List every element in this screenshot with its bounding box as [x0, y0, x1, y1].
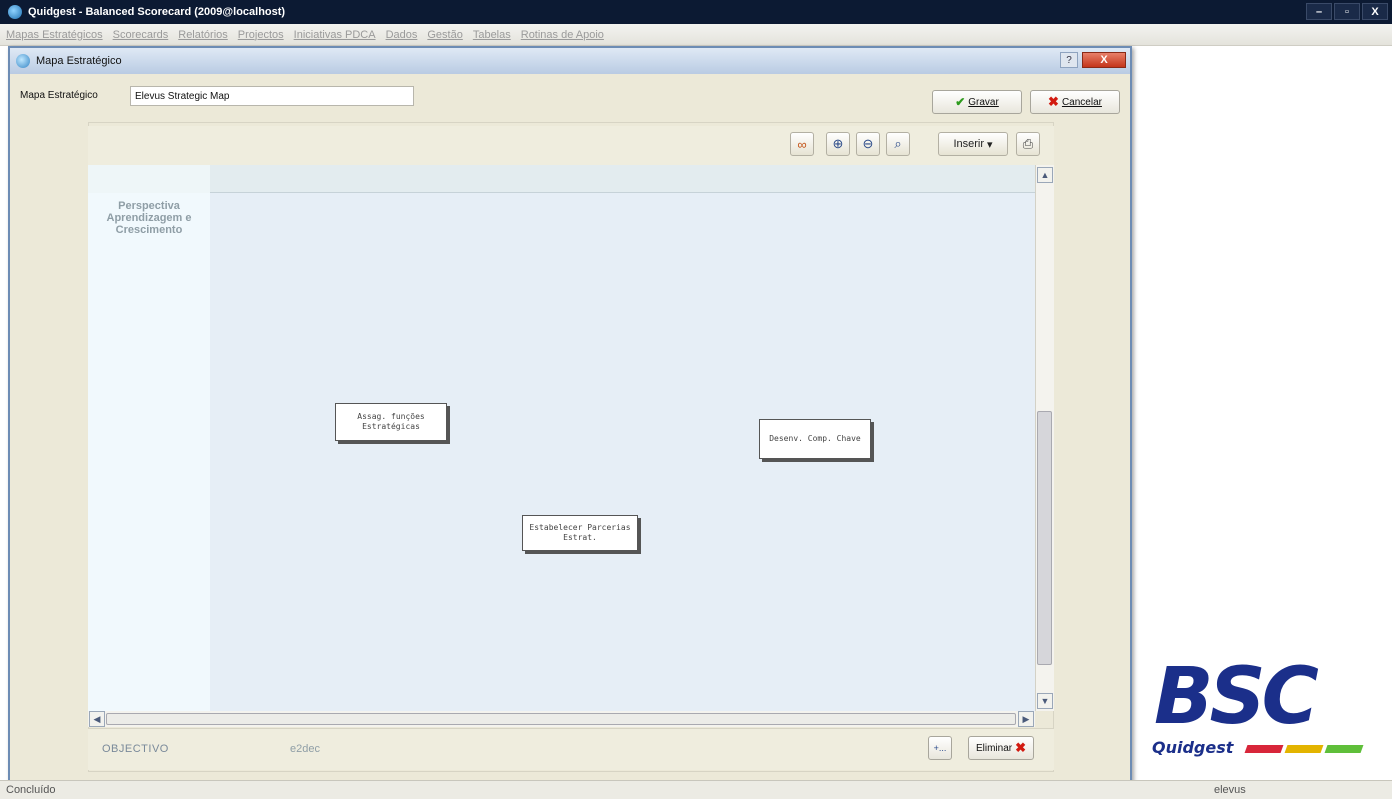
- map-canvas[interactable]: [88, 165, 1035, 711]
- save-label: Gravar: [968, 96, 999, 108]
- map-name-label: Mapa Estratégico: [20, 90, 98, 101]
- objective-node[interactable]: Desenv. Comp. Chave: [759, 419, 871, 459]
- chevron-down-icon: ▾: [987, 138, 993, 151]
- map-name-input[interactable]: [130, 86, 414, 106]
- delete-button[interactable]: Eliminar ✖: [968, 736, 1034, 760]
- vertical-scroll-thumb[interactable]: [1037, 411, 1052, 665]
- scroll-right-icon[interactable]: ▶: [1018, 711, 1034, 727]
- perspective-column: [88, 193, 210, 711]
- add-objective-button[interactable]: +...: [928, 736, 952, 760]
- print-icon[interactable]: ⎙: [1016, 132, 1040, 156]
- minimize-button[interactable]: –: [1306, 3, 1332, 20]
- horizontal-scroll-thumb[interactable]: [106, 713, 1016, 725]
- logo-brand: Quidgest: [1152, 738, 1234, 757]
- logo-bar-red: [1244, 745, 1284, 753]
- menu-item-iniciativas[interactable]: Iniciativas PDCA: [294, 29, 376, 41]
- logo-bar-green: [1324, 745, 1364, 753]
- window-controls: – ▫ X: [1306, 3, 1388, 20]
- cancel-x-icon: ✖: [1048, 94, 1059, 109]
- scroll-down-icon[interactable]: ▼: [1037, 693, 1053, 709]
- zoom-out-icon[interactable]: ⊖: [856, 132, 880, 156]
- dialog-close-button[interactable]: X: [1082, 52, 1126, 68]
- status-user: elevus: [1214, 784, 1246, 796]
- menu-item-scorecards[interactable]: Scorecards: [113, 29, 169, 41]
- bsc-logo: BSC Quidgest: [1150, 652, 1370, 764]
- objective-label: OBJECTIVO: [102, 743, 169, 755]
- menu-bar: Mapas Estratégicos Scorecards Relatórios…: [0, 24, 1392, 46]
- objective-node[interactable]: Estabelecer Parcerias Estrat.: [522, 515, 638, 551]
- perspective-label: Perspectiva Aprendizagem e Crescimento: [106, 200, 192, 236]
- menu-item-dados[interactable]: Dados: [386, 29, 418, 41]
- app-titlebar: Quidgest - Balanced Scorecard (2009@loca…: [0, 0, 1392, 24]
- menu-item-tabelas[interactable]: Tabelas: [473, 29, 511, 41]
- cancel-button[interactable]: ✖ Cancelar: [1030, 90, 1120, 114]
- menu-item-mapas[interactable]: Mapas Estratégicos: [6, 29, 103, 41]
- scroll-left-icon[interactable]: ◀: [89, 711, 105, 727]
- dialog-icon: [16, 54, 30, 68]
- app-title: Quidgest - Balanced Scorecard (2009@loca…: [28, 6, 286, 18]
- objective-bar: [88, 728, 1054, 770]
- help-button[interactable]: ?: [1060, 52, 1078, 68]
- canvas-header-corner: [88, 165, 210, 193]
- save-button[interactable]: ✔ Gravar: [932, 90, 1022, 114]
- delete-x-icon: ✖: [1015, 740, 1027, 755]
- scroll-up-icon[interactable]: ▲: [1037, 167, 1053, 183]
- objective-value: e2dec: [290, 743, 320, 755]
- insert-label: Inserir: [953, 138, 985, 150]
- logo-bar-yellow: [1284, 745, 1324, 753]
- check-icon: ✔: [955, 95, 966, 109]
- dialog-titlebar: Mapa Estratégico ? X: [10, 48, 1130, 74]
- menu-item-relatorios[interactable]: Relatórios: [178, 29, 228, 41]
- link-icon[interactable]: ∞: [790, 132, 814, 156]
- cancel-label: Cancelar: [1061, 96, 1102, 108]
- status-text: Concluído: [6, 784, 56, 796]
- app-icon: [8, 5, 22, 19]
- logo-letters: BSC: [1154, 652, 1319, 742]
- menu-item-projectos[interactable]: Projectos: [238, 29, 284, 41]
- close-app-button[interactable]: X: [1362, 3, 1388, 20]
- menu-item-gestao[interactable]: Gestão: [427, 29, 462, 41]
- status-bar: Concluído elevus: [0, 780, 1392, 799]
- canvas-header: [88, 165, 1035, 193]
- maximize-button[interactable]: ▫: [1334, 3, 1360, 20]
- insert-dropdown[interactable]: Inserir ▾: [938, 132, 1008, 156]
- strategic-map-dialog: Mapa Estratégico ? X Mapa Estratégico ✔ …: [8, 46, 1132, 782]
- zoom-fit-icon[interactable]: ⌕: [886, 132, 910, 156]
- dialog-title: Mapa Estratégico: [36, 55, 122, 67]
- objective-node[interactable]: Assag. funções Estratégicas: [335, 403, 447, 441]
- zoom-in-icon[interactable]: ⊕: [826, 132, 850, 156]
- menu-item-rotinas[interactable]: Rotinas de Apoio: [521, 29, 604, 41]
- delete-label: Eliminar: [975, 742, 1013, 754]
